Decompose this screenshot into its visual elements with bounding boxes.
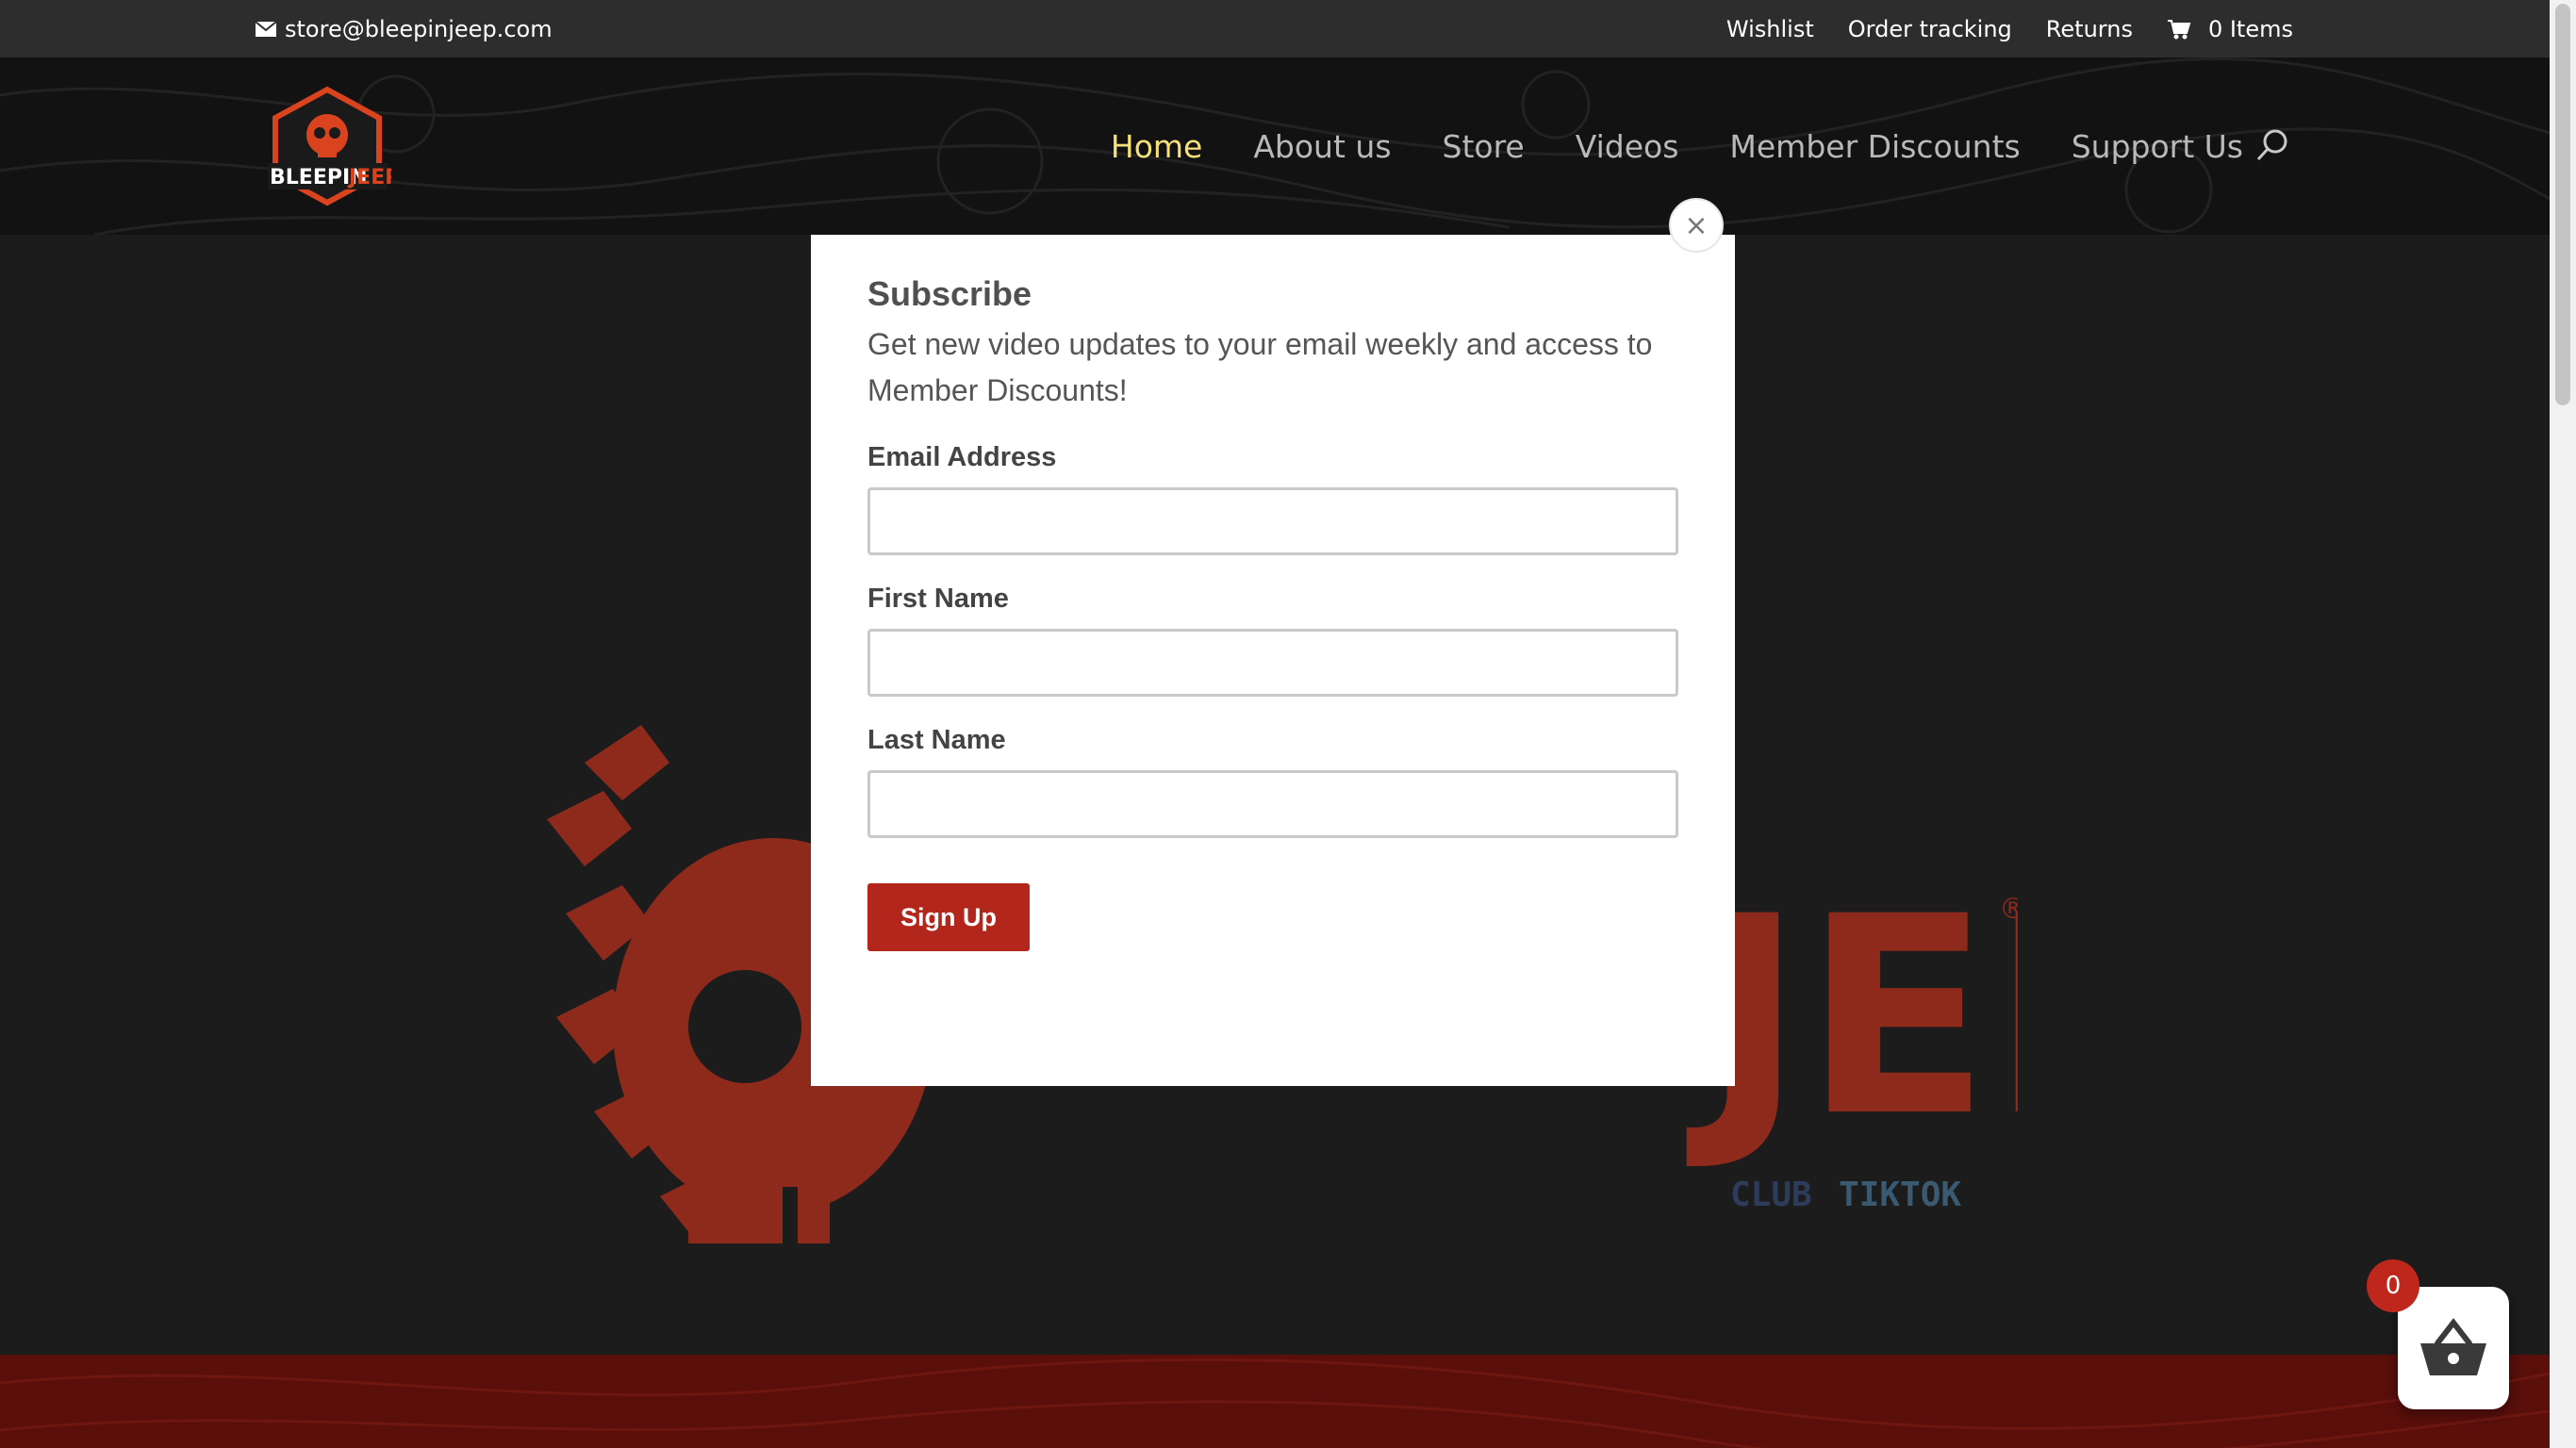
cart-count-label: 0 Items — [2207, 15, 2293, 42]
nav-member-discounts[interactable]: Member Discounts — [1729, 128, 2020, 165]
first-name-field[interactable] — [867, 629, 1678, 697]
first-name-label: First Name — [867, 584, 1009, 614]
site-header: BLEEPIN JEEP Home About us Store Videos … — [0, 58, 2550, 235]
footer-topo-pattern — [0, 1358, 2550, 1448]
email-field[interactable] — [867, 487, 1678, 555]
cart-icon — [2167, 19, 2191, 39]
hero-sub-club: CLUB — [1730, 1176, 1812, 1214]
subscribe-form: Subscribe Get new video updates to your … — [867, 274, 1678, 951]
logo-text-jeep: JEEP — [347, 166, 391, 189]
modal-title: Subscribe — [867, 274, 1032, 313]
nav-home[interactable]: Home — [1111, 128, 1202, 165]
sign-up-button[interactable]: Sign Up — [867, 883, 1030, 951]
returns-link[interactable]: Returns — [2046, 16, 2133, 42]
envelope-icon — [255, 20, 277, 37]
modal-close-button[interactable]: × — [1669, 198, 1724, 253]
hero-registered-mark: ® — [1999, 893, 2018, 926]
nav-about-us[interactable]: About us — [1253, 128, 1391, 165]
basket-icon — [2420, 1318, 2486, 1375]
floating-cart-button[interactable] — [2398, 1287, 2509, 1409]
footer-band — [0, 1355, 2550, 1448]
store-email-link[interactable]: store@bleepinjeep.com — [255, 0, 553, 58]
scrollbar-thumb[interactable] — [2555, 4, 2570, 405]
nav-videos[interactable]: Videos — [1576, 128, 1679, 165]
hero-sub-tiktok: TIKTOK — [1839, 1176, 1961, 1214]
last-name-label: Last Name — [867, 725, 1006, 755]
close-icon: × — [1684, 208, 1709, 242]
bleepinjeep-logo[interactable]: BLEEPIN JEEP — [264, 86, 391, 206]
top-bar: store@bleepinjeep.com Wishlist Order tra… — [0, 0, 2550, 58]
nav-store[interactable]: Store — [1443, 128, 1525, 165]
subscribe-modal: Subscribe Get new video updates to your … — [811, 235, 1735, 1086]
cart-link[interactable]: 0 Items — [2167, 16, 2293, 42]
wishlist-link[interactable]: Wishlist — [1726, 16, 1814, 42]
page-scrollbar[interactable] — [2550, 0, 2576, 1448]
order-tracking-link[interactable]: Order tracking — [1848, 16, 2012, 42]
email-label: Email Address — [867, 442, 1057, 472]
modal-description: Get new video updates to your email week… — [867, 327, 1653, 407]
cart-count-badge: 0 — [2367, 1259, 2419, 1312]
last-name-field[interactable] — [867, 770, 1678, 838]
store-email-text: store@bleepinjeep.com — [285, 15, 553, 42]
search-icon[interactable] — [2254, 126, 2291, 164]
nav-support-us[interactable]: Support Us — [2072, 128, 2243, 165]
top-links: Wishlist Order tracking Returns 0 Items — [1726, 0, 2293, 58]
